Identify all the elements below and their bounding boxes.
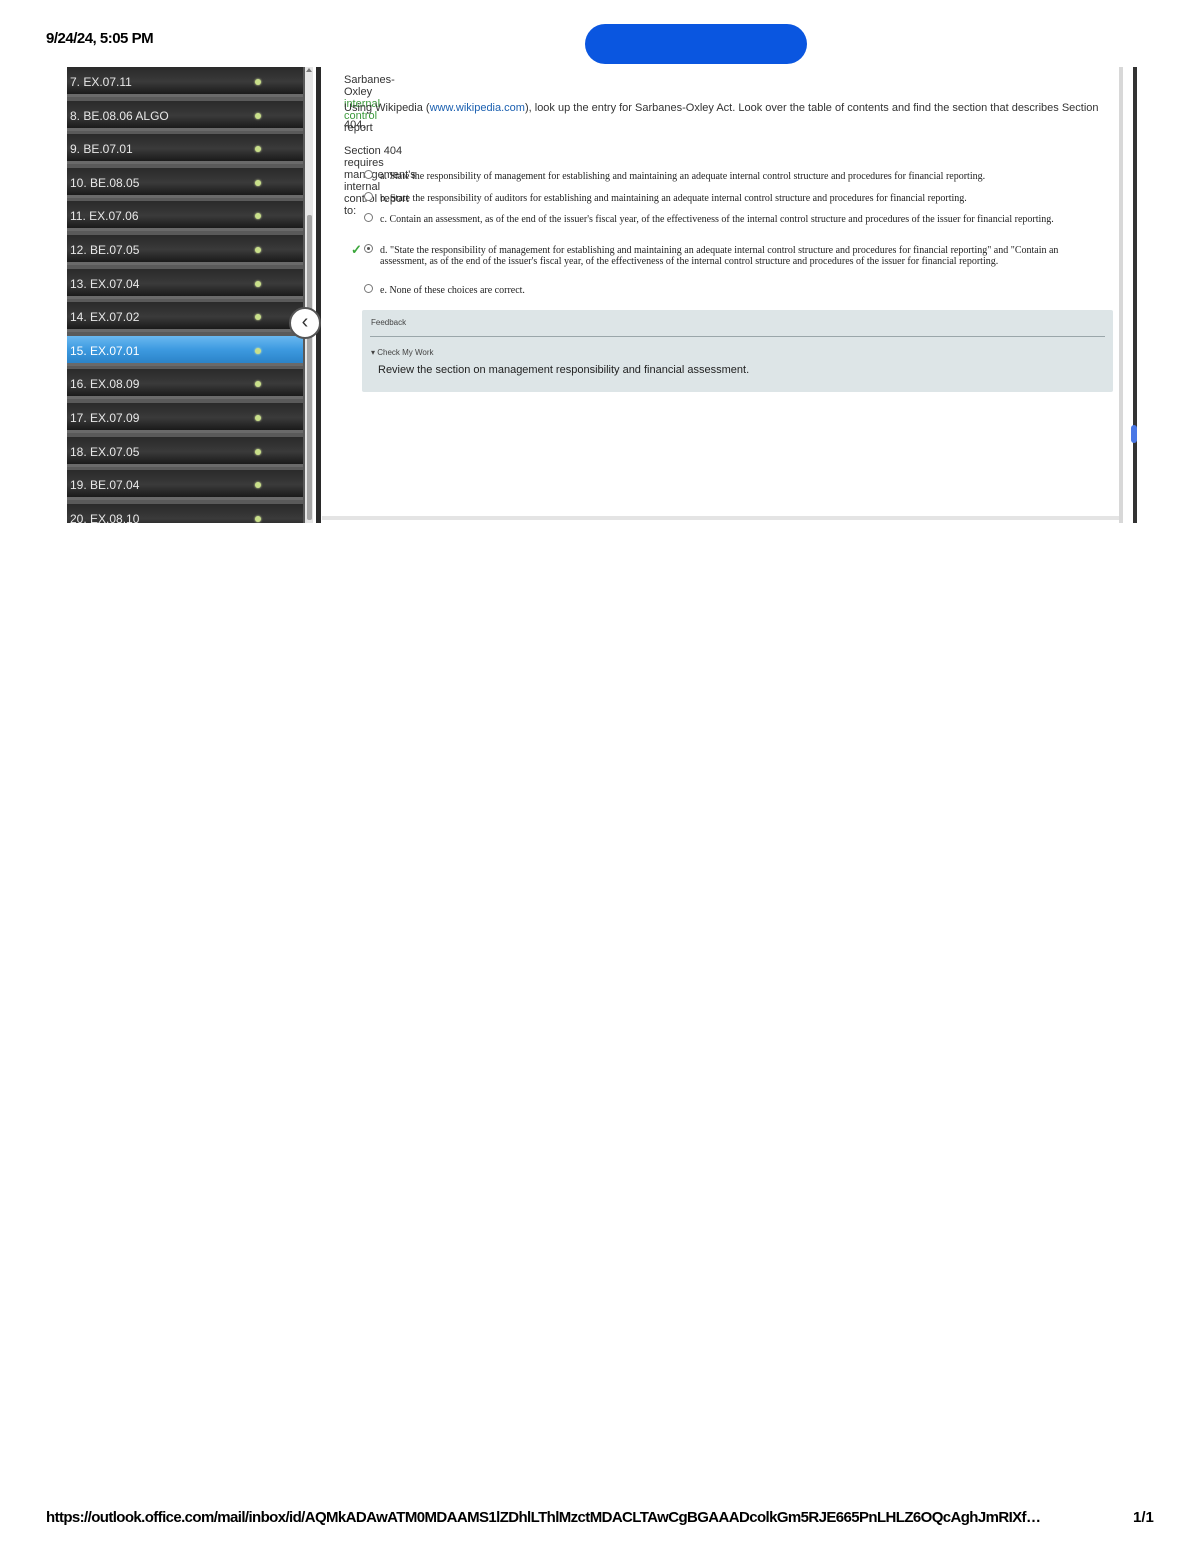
question-intro: Using Wikipedia (www.wikipedia.com), loo…: [344, 100, 1104, 134]
sidebar-item[interactable]: 16. EX.08.09: [67, 369, 303, 399]
status-dot-icon: [255, 180, 261, 186]
sidebar-item[interactable]: 18. EX.07.05: [67, 437, 303, 467]
option-letter: c.: [380, 214, 387, 225]
sidebar-item-label: 13. EX.07.04: [70, 277, 140, 291]
right-window-edge: [1133, 67, 1137, 523]
right-scroll-thumb[interactable]: [1131, 425, 1137, 443]
sidebar-item-label: 7. EX.07.11: [70, 75, 132, 89]
question-sidebar: 7. EX.07.11 8. BE.08.06 ALGO 9. BE.07.01 10…: [67, 67, 305, 523]
sidebar-item[interactable]: 15. EX.07.01: [67, 336, 303, 366]
option-letter: e.: [380, 285, 387, 296]
sidebar-item-label: 14. EX.07.02: [70, 310, 140, 324]
sidebar-scroll-up-icon[interactable]: [306, 68, 312, 72]
page-date: 9/24/24, 5:05 PM: [46, 30, 154, 47]
sidebar-item-label: 18. EX.07.05: [70, 445, 140, 459]
sidebar-item-label: 9. BE.07.01: [70, 142, 133, 156]
sidebar-item[interactable]: 14. EX.07.02: [67, 302, 303, 332]
status-dot-icon: [255, 516, 261, 522]
sidebar-item-label: 8. BE.08.06 ALGO: [70, 109, 169, 123]
sidebar-scroll-thumb[interactable]: [307, 215, 312, 520]
sidebar-item[interactable]: 7. EX.07.11: [67, 67, 303, 97]
sidebar-item[interactable]: 8. BE.08.06 ALGO: [67, 101, 303, 131]
page-number: 1/1: [1133, 1509, 1154, 1526]
sidebar-item-label: 15. EX.07.01: [70, 344, 140, 358]
status-dot-icon: [255, 381, 261, 387]
radio-e[interactable]: [364, 284, 373, 293]
chevron-left-icon: ‹: [301, 311, 309, 333]
radio-a[interactable]: [364, 170, 373, 179]
radio-b[interactable]: [364, 192, 373, 201]
status-dot-icon: [255, 415, 261, 421]
sidebar-item-label: 17. EX.07.09: [70, 411, 140, 425]
check-my-work-toggle[interactable]: ▾ Check My Work: [371, 348, 434, 357]
radio-c[interactable]: [364, 213, 373, 222]
option-text: "State the responsibility of management …: [380, 245, 1059, 267]
intro-prefix: Using Wikipedia (: [344, 102, 430, 114]
option-letter: a.: [380, 171, 387, 182]
status-dot-icon: [255, 314, 261, 320]
answer-option-d[interactable]: d. "State the responsibility of manageme…: [364, 244, 1065, 267]
status-dot-icon: [255, 213, 261, 219]
sidebar-item[interactable]: 19. BE.07.04: [67, 470, 303, 500]
answer-option-a[interactable]: a. State the responsibility of managemen…: [364, 170, 1065, 182]
status-dot-icon: [255, 146, 261, 152]
sidebar-item[interactable]: 9. BE.07.01: [67, 134, 303, 164]
status-dot-icon: [255, 247, 261, 253]
option-letter: d.: [380, 245, 388, 256]
sidebar-item-label: 11. EX.07.06: [70, 209, 139, 223]
status-dot-icon: [255, 348, 261, 354]
wikipedia-link[interactable]: www.wikipedia.com: [430, 102, 525, 114]
feedback-panel: Feedback ▾ Check My Work Review the sect…: [362, 310, 1113, 392]
status-dot-icon: [255, 482, 261, 488]
feedback-divider: [370, 336, 1105, 337]
option-text: State the responsibility of management f…: [389, 171, 986, 182]
title-prefix: Sarbanes-Oxley: [344, 74, 395, 98]
answer-option-c[interactable]: c. Contain an assessment, as of the end …: [364, 213, 1065, 225]
right-scroll-track[interactable]: [1119, 67, 1123, 523]
feedback-text: Review the section on management respons…: [378, 364, 750, 376]
page-url: https://outlook.office.com/mail/inbox/id…: [46, 1509, 1041, 1526]
sidebar-item-label: 12. BE.07.05: [70, 243, 140, 257]
option-letter: b.: [380, 193, 388, 204]
answer-option-e[interactable]: e. None of these choices are correct.: [364, 284, 1065, 296]
sidebar-item[interactable]: 11. EX.07.06: [67, 201, 303, 231]
correct-check-icon: ✓: [351, 242, 362, 257]
status-dot-icon: [255, 113, 261, 119]
sidebar-item[interactable]: 13. EX.07.04: [67, 269, 303, 299]
sidebar-item[interactable]: 12. BE.07.05: [67, 235, 303, 265]
redaction-mark: [585, 24, 807, 64]
sidebar-divider: [316, 67, 321, 523]
status-dot-icon: [255, 79, 261, 85]
answer-option-b[interactable]: b. State the responsibility of auditors …: [364, 192, 1065, 204]
status-dot-icon: [255, 281, 261, 287]
sidebar-item-label: 16. EX.08.09: [70, 377, 140, 391]
content-bottom-border: [322, 516, 1120, 520]
sidebar-item-label: 20. EX.08.10: [70, 512, 140, 523]
collapse-sidebar-button[interactable]: ‹: [289, 307, 321, 339]
sidebar-item-label: 10. BE.08.05: [70, 176, 140, 190]
option-text: State the responsibility of auditors for…: [390, 193, 967, 204]
radio-d[interactable]: [364, 244, 373, 253]
status-dot-icon: [255, 449, 261, 455]
sidebar-item[interactable]: 17. EX.07.09: [67, 403, 303, 433]
sidebar-item[interactable]: 10. BE.08.05: [67, 168, 303, 198]
sidebar-item[interactable]: 20. EX.08.10: [67, 504, 303, 523]
option-text: None of these choices are correct.: [389, 285, 525, 296]
sidebar-item-label: 19. BE.07.04: [70, 478, 140, 492]
option-text: Contain an assessment, as of the end of …: [389, 214, 1054, 225]
feedback-title: Feedback: [371, 318, 407, 327]
